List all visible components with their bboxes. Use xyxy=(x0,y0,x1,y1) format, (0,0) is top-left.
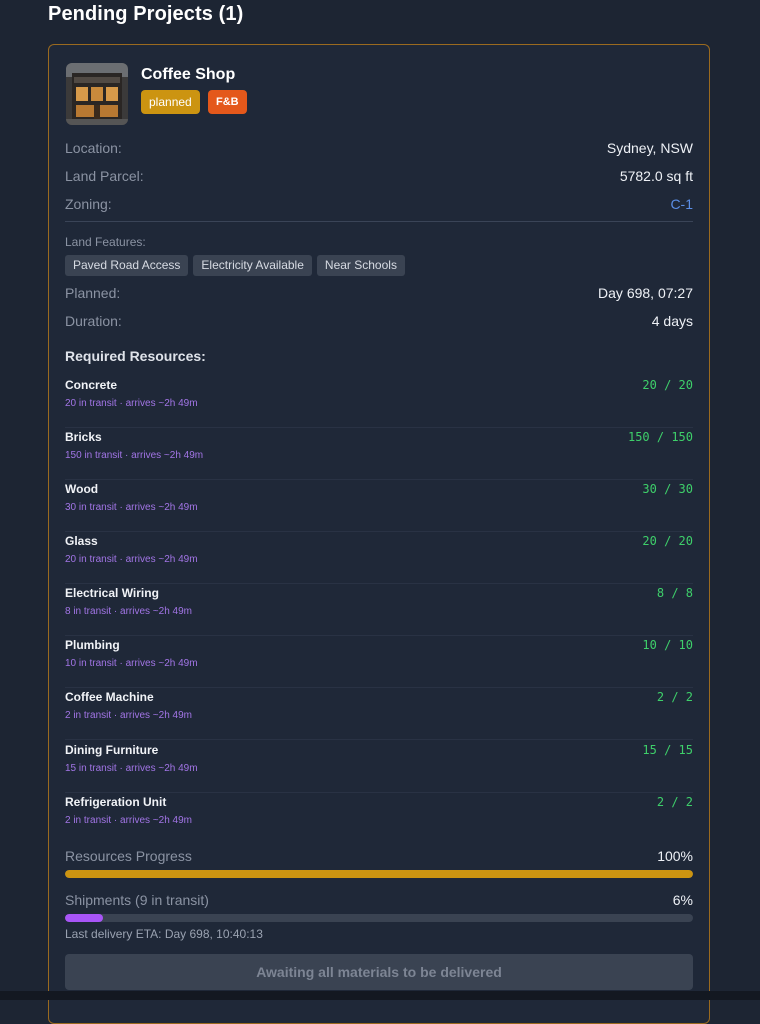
feature-chip: Electricity Available xyxy=(193,255,312,276)
location-value: Sydney, NSW xyxy=(606,140,693,156)
status-badge: planned xyxy=(141,90,200,114)
bottom-strip xyxy=(0,991,760,1000)
project-thumbnail xyxy=(66,63,128,125)
resource-qty: 150 / 150 xyxy=(627,430,693,444)
resource-qty: 30 / 30 xyxy=(642,482,693,496)
planned-row: Planned: Day 698, 07:27 xyxy=(65,285,693,305)
resource-name: Electrical Wiring xyxy=(65,586,159,600)
resource-row: Concrete 20 / 20 20 in transit · arrives… xyxy=(65,375,693,428)
resource-name: Glass xyxy=(65,534,98,548)
resource-qty: 20 / 20 xyxy=(642,378,693,392)
parcel-row: Land Parcel: 5782.0 sq ft xyxy=(65,168,693,188)
resource-name: Concrete xyxy=(65,378,118,392)
location-label: Location: xyxy=(65,140,122,156)
resource-transit: 2 in transit · arrives ~2h 49m xyxy=(65,815,192,826)
project-card[interactable]: Coffee Shop planned F&B Location: Sydney… xyxy=(48,44,710,1024)
resource-row: Glass 20 / 20 20 in transit · arrives ~2… xyxy=(65,531,693,584)
resource-transit: 30 in transit · arrives ~2h 49m xyxy=(65,502,198,513)
features-label: Land Features: xyxy=(65,235,146,249)
page-title: Pending Projects (1) xyxy=(48,3,244,25)
resource-name: Refrigeration Unit xyxy=(65,795,167,809)
resource-name: Plumbing xyxy=(65,638,120,652)
resource-qty: 2 / 2 xyxy=(656,795,693,809)
resource-row: Bricks 150 / 150 150 in transit · arrive… xyxy=(65,427,693,480)
duration-value: 4 days xyxy=(651,313,693,329)
shipments-progress-label: Shipments (9 in transit) xyxy=(65,892,209,908)
resource-qty: 20 / 20 xyxy=(642,534,693,548)
resource-row: Coffee Machine 2 / 2 2 in transit · arri… xyxy=(65,687,693,740)
resource-qty: 2 / 2 xyxy=(656,690,693,704)
resource-name: Bricks xyxy=(65,430,102,444)
divider xyxy=(65,221,693,222)
feature-chip: Near Schools xyxy=(316,255,405,276)
resource-qty: 15 / 15 xyxy=(642,743,693,757)
resource-row: Dining Furniture 15 / 15 15 in transit ·… xyxy=(65,740,693,793)
resource-row: Refrigeration Unit 2 / 2 2 in transit · … xyxy=(65,792,693,844)
resource-name: Coffee Machine xyxy=(65,690,154,704)
awaiting-materials-button[interactable]: Awaiting all materials to be delivered xyxy=(65,954,693,990)
planned-label: Planned: xyxy=(65,285,121,301)
resource-name: Wood xyxy=(65,482,99,496)
planned-value: Day 698, 07:27 xyxy=(598,285,693,301)
resource-transit: 10 in transit · arrives ~2h 49m xyxy=(65,658,198,669)
shipments-progress-value: 6% xyxy=(672,892,693,908)
resource-name: Dining Furniture xyxy=(65,743,159,757)
parcel-label: Land Parcel: xyxy=(65,168,144,184)
shipments-progress-bar xyxy=(65,914,693,922)
resource-transit: 20 in transit · arrives ~2h 49m xyxy=(65,398,198,409)
resource-transit: 150 in transit · arrives ~2h 49m xyxy=(65,450,204,461)
zoning-link[interactable]: C-1 xyxy=(670,196,693,212)
resource-transit: 8 in transit · arrives ~2h 49m xyxy=(65,606,192,617)
resource-transit: 2 in transit · arrives ~2h 49m xyxy=(65,710,192,721)
resource-qty: 10 / 10 xyxy=(642,638,693,652)
shipments-progress-fill xyxy=(65,914,103,922)
resources-progress-label: Resources Progress xyxy=(65,848,192,864)
duration-label: Duration: xyxy=(65,313,122,329)
project-name: Coffee Shop xyxy=(141,66,236,83)
coffee-shop-image-icon xyxy=(66,63,128,125)
resource-transit: 20 in transit · arrives ~2h 49m xyxy=(65,554,198,565)
zoning-row: Zoning: C-1 xyxy=(65,196,693,216)
resource-row: Wood 30 / 30 30 in transit · arrives ~2h… xyxy=(65,479,693,532)
resources-progress-bar xyxy=(65,870,693,878)
duration-row: Duration: 4 days xyxy=(65,313,693,333)
resources-progress-fill xyxy=(65,870,693,878)
feature-chips: Paved Road Access Electricity Available … xyxy=(65,255,405,276)
resource-row: Electrical Wiring 8 / 8 8 in transit · a… xyxy=(65,583,693,636)
resource-qty: 8 / 8 xyxy=(656,586,693,600)
type-badge: F&B xyxy=(208,90,247,114)
zoning-label: Zoning: xyxy=(65,196,112,212)
location-row: Location: Sydney, NSW xyxy=(65,140,693,160)
resource-transit: 15 in transit · arrives ~2h 49m xyxy=(65,763,198,774)
last-delivery-eta: Last delivery ETA: Day 698, 10:40:13 xyxy=(65,927,263,941)
resources-progress-value: 100% xyxy=(657,848,693,864)
resource-row: Plumbing 10 / 10 10 in transit · arrives… xyxy=(65,635,693,688)
resources-title: Required Resources: xyxy=(65,348,206,364)
feature-chip: Paved Road Access xyxy=(65,255,189,276)
parcel-value: 5782.0 sq ft xyxy=(619,168,693,184)
